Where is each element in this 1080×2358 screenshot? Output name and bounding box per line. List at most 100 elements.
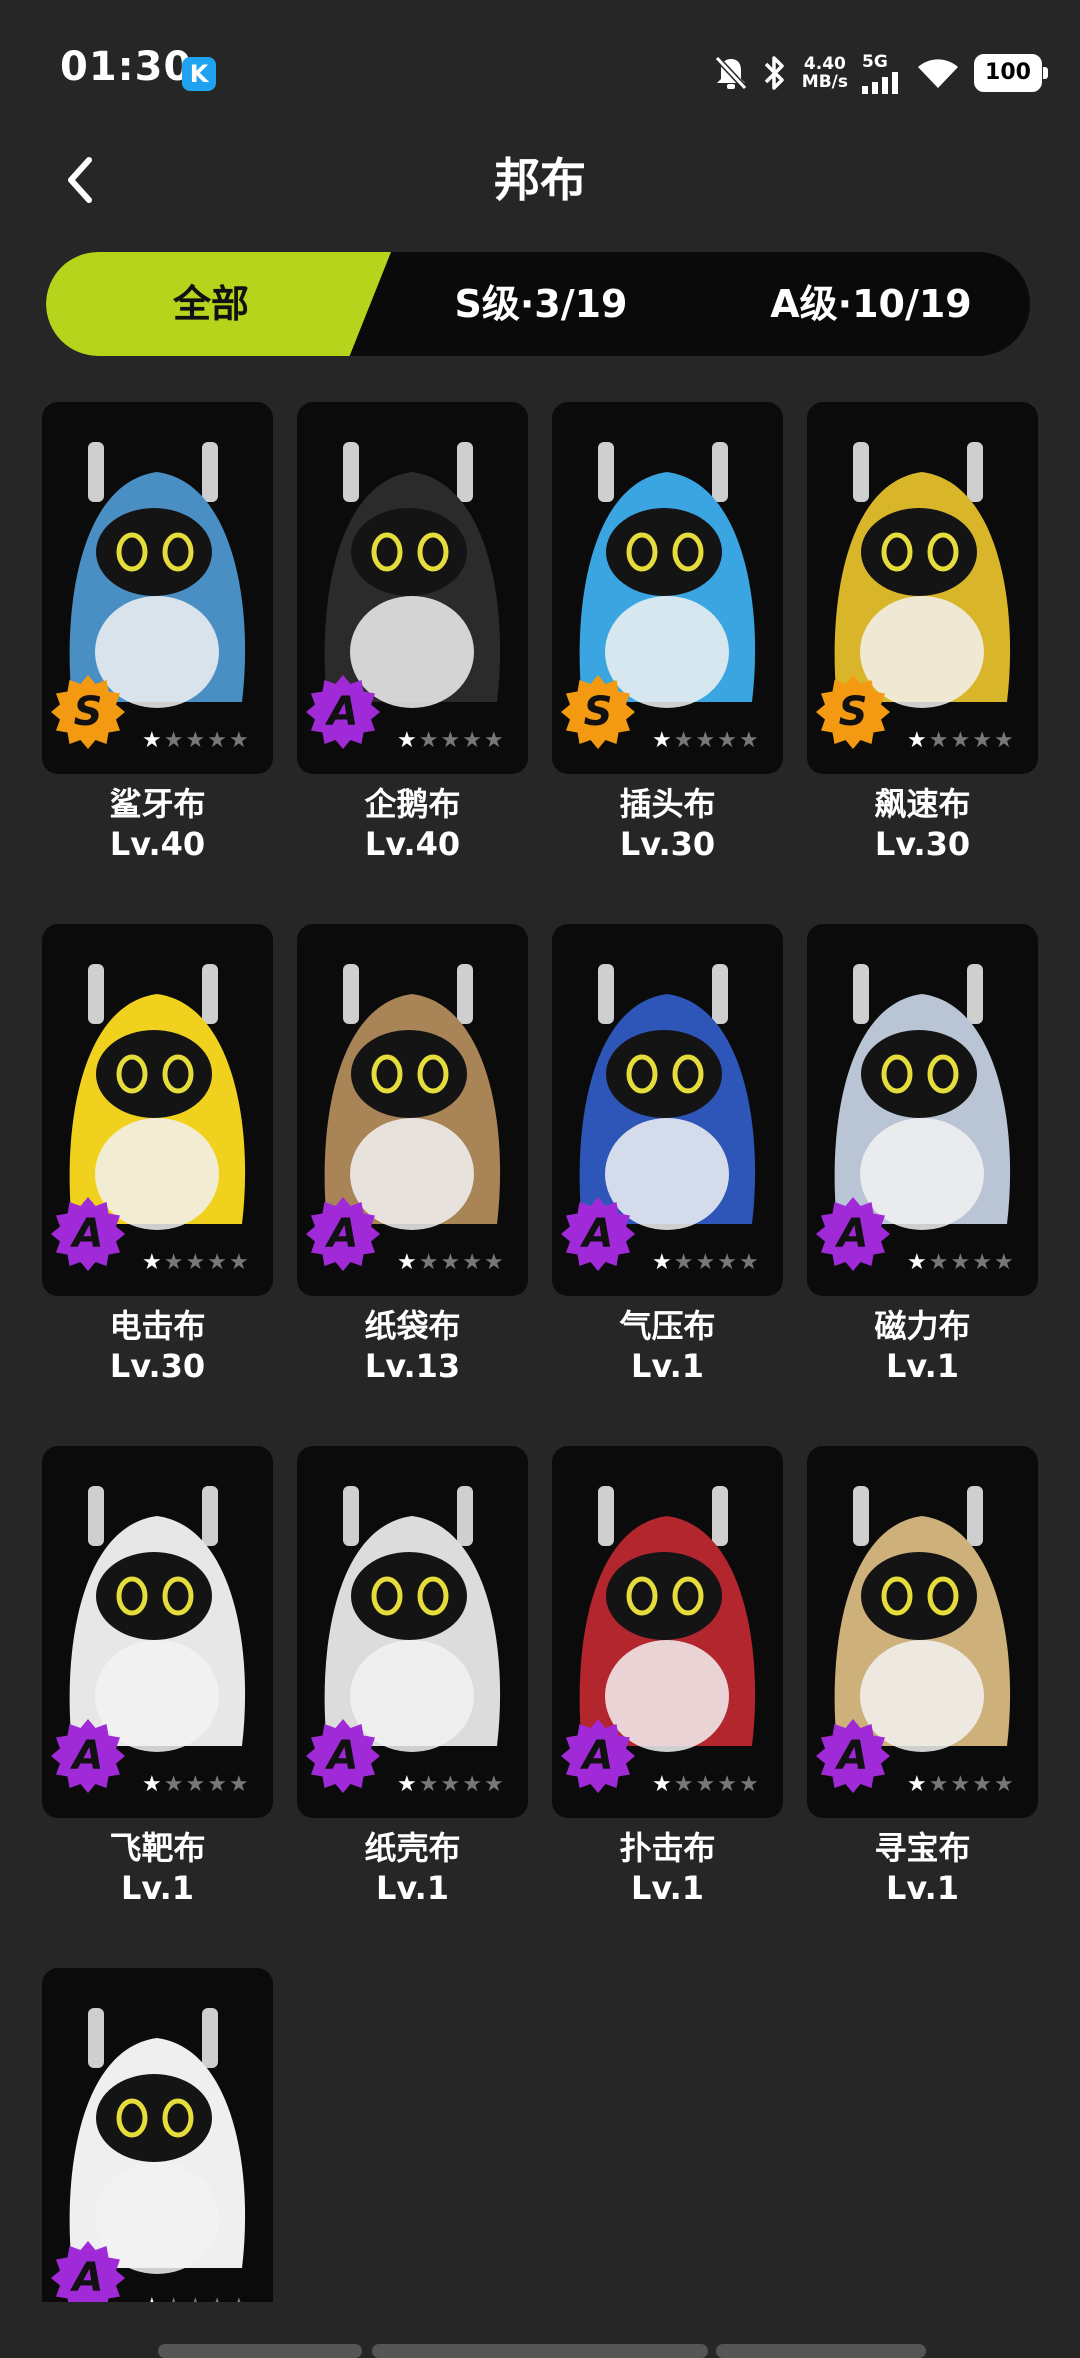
signal-group: 5G xyxy=(862,52,902,94)
bangboo-portrait: A★★★★★ xyxy=(807,1446,1038,1818)
bluetooth-icon xyxy=(764,56,784,90)
star-icon: ★ xyxy=(163,728,184,753)
bangboo-card[interactable]: A ★ ★ ★ ★ ★ 扑击布 Lv.1 xyxy=(552,1446,783,1908)
star-icon: ★ xyxy=(738,728,759,753)
star-icon: ★ xyxy=(673,728,694,753)
star-icon: ★ xyxy=(972,1772,992,1797)
bangboo-portrait: A ★★★★★ xyxy=(297,924,528,1296)
home-indicator xyxy=(0,2344,1080,2358)
star-icon: ★ xyxy=(142,728,162,753)
rank-letter: A xyxy=(72,1733,104,1779)
rank-letter: S xyxy=(838,689,868,735)
star-icon: ★ xyxy=(717,728,737,753)
rank-letter: A xyxy=(327,1211,359,1257)
bangboo-name: 磁力布 xyxy=(874,1307,971,1345)
bangboo-level: Lv.40 xyxy=(364,825,461,863)
star-icon: ★ xyxy=(483,1772,504,1797)
rank-letter: A xyxy=(327,1733,359,1779)
star-icon: ★ xyxy=(164,2296,184,2303)
mute-bell-icon xyxy=(714,55,747,91)
star-icon: ★ xyxy=(207,1250,227,1275)
app-notification-icon: K xyxy=(182,57,216,91)
bangboo-card[interactable]: A ★ ★ ★ ★ ★ 寻宝布 Lv.1 xyxy=(807,1446,1038,1908)
bangboo-card[interactable]: S ★ ★ ★ ★ ★ 鲨牙布 Lv.40 xyxy=(42,402,273,864)
bangboo-card[interactable]: A ★ ★ ★ ★ ★ 气压布 Lv.1 xyxy=(552,924,783,1386)
speed-value: 4.40 xyxy=(803,54,846,74)
star-icon: ★ xyxy=(462,1772,482,1797)
bangboo-card[interactable]: A ★ ★ ★ ★ ★ 飞靶布 Lv.1 xyxy=(42,1446,273,1908)
star-icon: ★ xyxy=(673,1772,694,1797)
rank-letter: A xyxy=(582,1733,614,1779)
star-icon: ★ xyxy=(185,1772,206,1797)
star-icon: ★ xyxy=(717,1250,737,1275)
star-icon: ★ xyxy=(717,1772,737,1797)
star-icon: ★ xyxy=(440,1772,461,1797)
bangboo-card[interactable]: A ★ ★ ★ ★ ★ 电击布 Lv.30 xyxy=(42,924,273,1386)
tab-a-rank[interactable]: A级·10/19 xyxy=(706,252,1030,356)
star-icon: ★ xyxy=(142,1250,162,1275)
status-icons: 4.40 MB/s 5G 100 xyxy=(714,50,1048,96)
star-icon: ★ xyxy=(695,1250,716,1275)
bangboo-level: Lv.1 xyxy=(375,1869,450,1907)
bangboo-card[interactable]: A ★ ★ ★ ★ ★ 企鹅布 Lv.40 xyxy=(297,402,528,864)
bangboo-card[interactable]: A ★ ★ ★ ★ ★ 纸壳布 Lv.1 xyxy=(297,1446,528,1908)
star-icon: ★ xyxy=(652,728,672,753)
star-icon: ★ xyxy=(228,728,249,753)
bangboo-level: Lv.40 xyxy=(109,825,206,863)
rank-letter: A xyxy=(582,1211,614,1257)
star-icon: ★ xyxy=(738,1250,759,1275)
bangboo-card[interactable]: A ★ ★ ★ ★ ★ 纸袋布 Lv.13 xyxy=(297,924,528,1386)
bangboo-level: Lv.30 xyxy=(874,825,971,863)
star-icon: ★ xyxy=(418,1772,439,1797)
star-rating: ★★★★★ xyxy=(652,1774,759,1796)
star-icon: ★ xyxy=(673,1250,694,1275)
rank-letter: S xyxy=(583,689,613,735)
tab-s-rank[interactable]: S级·3/19 xyxy=(376,252,706,356)
star-rating: ★★★★★ xyxy=(142,1252,249,1274)
star-icon: ★ xyxy=(950,728,971,753)
bangboo-level: Lv.30 xyxy=(619,825,716,863)
speed-unit: MB/s xyxy=(801,72,848,92)
bangboo-card[interactable]: A ★ ★ ★ ★ ★ 磁力布 Lv.1 xyxy=(807,924,1038,1386)
star-icon: ★ xyxy=(907,1250,927,1275)
star-icon: ★ xyxy=(972,1250,992,1275)
star-icon: ★ xyxy=(185,2296,205,2303)
star-icon: ★ xyxy=(483,728,504,753)
bangboo-portrait: A★★★★★ xyxy=(552,1446,783,1818)
star-rating: ★★★★★ xyxy=(397,1252,504,1274)
bangboo-name: 鲨牙布 xyxy=(109,785,206,823)
star-rating: ★★★★★ xyxy=(907,730,1014,752)
wifi-icon xyxy=(918,59,958,88)
bangboo-level: Lv.1 xyxy=(885,1869,960,1907)
bangboo-name: 电击布 xyxy=(109,1307,206,1345)
rank-letter: A xyxy=(72,1211,104,1257)
bangboo-name: 纸壳布 xyxy=(364,1829,461,1867)
bangboo-card[interactable]: S ★ ★ ★ ★ ★ 飙速布 Lv.30 xyxy=(807,402,1038,864)
status-bar: 01:30 K 4.40 MB/s 5G 100 xyxy=(0,0,1080,150)
star-icon: ★ xyxy=(907,728,927,753)
bangboo-card[interactable]: A★★★★★ xyxy=(42,1968,273,2302)
star-icon: ★ xyxy=(652,1250,672,1275)
star-icon: ★ xyxy=(142,1772,162,1797)
bangboo-level: Lv.1 xyxy=(630,1347,705,1385)
bangboo-portrait: A★★★★★ xyxy=(552,924,783,1296)
bangboo-portrait: A★★★★★ xyxy=(42,924,273,1296)
star-icon: ★ xyxy=(185,728,206,753)
bangboo-portrait: A★★★★★ xyxy=(297,1446,528,1818)
star-rating: ★★★★★ xyxy=(652,1252,759,1274)
star-rating: ★★★★★ xyxy=(142,1774,249,1796)
network-type: 5G xyxy=(862,52,888,72)
star-icon: ★ xyxy=(418,1250,439,1275)
star-icon: ★ xyxy=(229,2296,249,2303)
star-icon: ★ xyxy=(228,1772,249,1797)
tab-all[interactable]: 全部 xyxy=(46,252,376,356)
bangboo-card[interactable]: S ★ ★ ★ ★ ★ 插头布 Lv.30 xyxy=(552,402,783,864)
star-rating: ★★★★★ xyxy=(907,1774,1014,1796)
bangboo-name: 飞靶布 xyxy=(109,1829,206,1867)
star-icon: ★ xyxy=(397,1250,417,1275)
bangboo-name: 飙速布 xyxy=(874,785,971,823)
bangboo-portrait: A★★★★★ xyxy=(42,1968,273,2302)
bangboo-name: 寻宝布 xyxy=(874,1829,971,1867)
bangboo-portrait: A★★★★★ xyxy=(807,924,1038,1296)
star-icon: ★ xyxy=(207,2296,227,2303)
